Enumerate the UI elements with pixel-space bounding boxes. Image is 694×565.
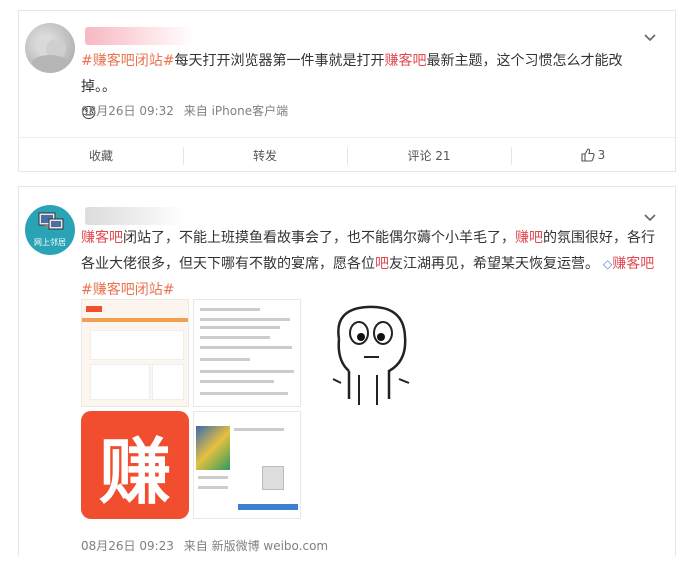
highlight-keyword: 赚客吧	[384, 53, 427, 69]
diamond-icon: ◇	[603, 257, 613, 271]
highlight-keyword: 吧	[375, 256, 389, 272]
cartoon-face-icon[interactable]	[319, 299, 419, 409]
weibo-post-2: 网上邻居 赚客吧闭站了，不能上班摸鱼看故事会了，也不能偶尔薅个小羊毛了，赚吧的氛…	[18, 186, 676, 556]
text-screenshot-thumb[interactable]	[193, 299, 301, 407]
topic-link[interactable]: #赚客吧闭站#	[81, 53, 174, 69]
logo-character: 赚	[98, 429, 171, 514]
username-redacted[interactable]	[85, 27, 195, 45]
avatar[interactable]: 网上邻居	[25, 205, 75, 255]
favorite-button[interactable]: 收藏	[19, 138, 183, 172]
post-source: 来自 iPhone客户端	[183, 104, 289, 118]
zuanke-logo-thumb[interactable]: 赚	[81, 411, 189, 519]
post-text: 赚客吧闭站了，不能上班摸鱼看故事会了，也不能偶尔薅个小羊毛了，赚吧的氛围很好，各…	[81, 230, 655, 298]
like-button[interactable]: 3	[511, 138, 675, 172]
post-meta: 08月26日 09:32 来自 iPhone客户端	[81, 102, 294, 119]
post-date[interactable]: 08月26日 09:32	[81, 104, 174, 118]
action-bar: 收藏 转发 评论 21 3	[19, 137, 675, 172]
highlight-keyword: 赚吧	[515, 230, 543, 246]
forum-screenshot-thumb[interactable]	[81, 299, 189, 407]
post-date[interactable]: 08月26日 09:23	[81, 539, 174, 553]
profile-screenshot-thumb[interactable]	[193, 411, 301, 519]
avatar-image-icon	[32, 38, 68, 71]
avatar-label: 网上邻居	[34, 238, 66, 247]
repost-button[interactable]: 转发	[183, 138, 347, 172]
username-redacted[interactable]	[85, 207, 185, 225]
comment-button[interactable]: 评论 21	[347, 138, 511, 172]
post-source[interactable]: 来自 新版微博 weibo.com	[184, 539, 328, 553]
chevron-down-icon[interactable]	[643, 31, 657, 45]
post-meta: 08月26日 09:23 来自 新版微博 weibo.com	[81, 537, 334, 554]
image-collage: 赚	[81, 299, 301, 529]
avatar[interactable]	[25, 23, 75, 73]
chevron-down-icon[interactable]	[643, 211, 657, 225]
highlight-keyword: 赚客吧	[81, 230, 123, 246]
thumb-up-icon	[581, 148, 595, 162]
weibo-post-1: #赚客吧闭站#每天打开浏览器第一件事就是打开赚客吧最新主题，这个习惯怎么才能改掉…	[18, 10, 676, 172]
